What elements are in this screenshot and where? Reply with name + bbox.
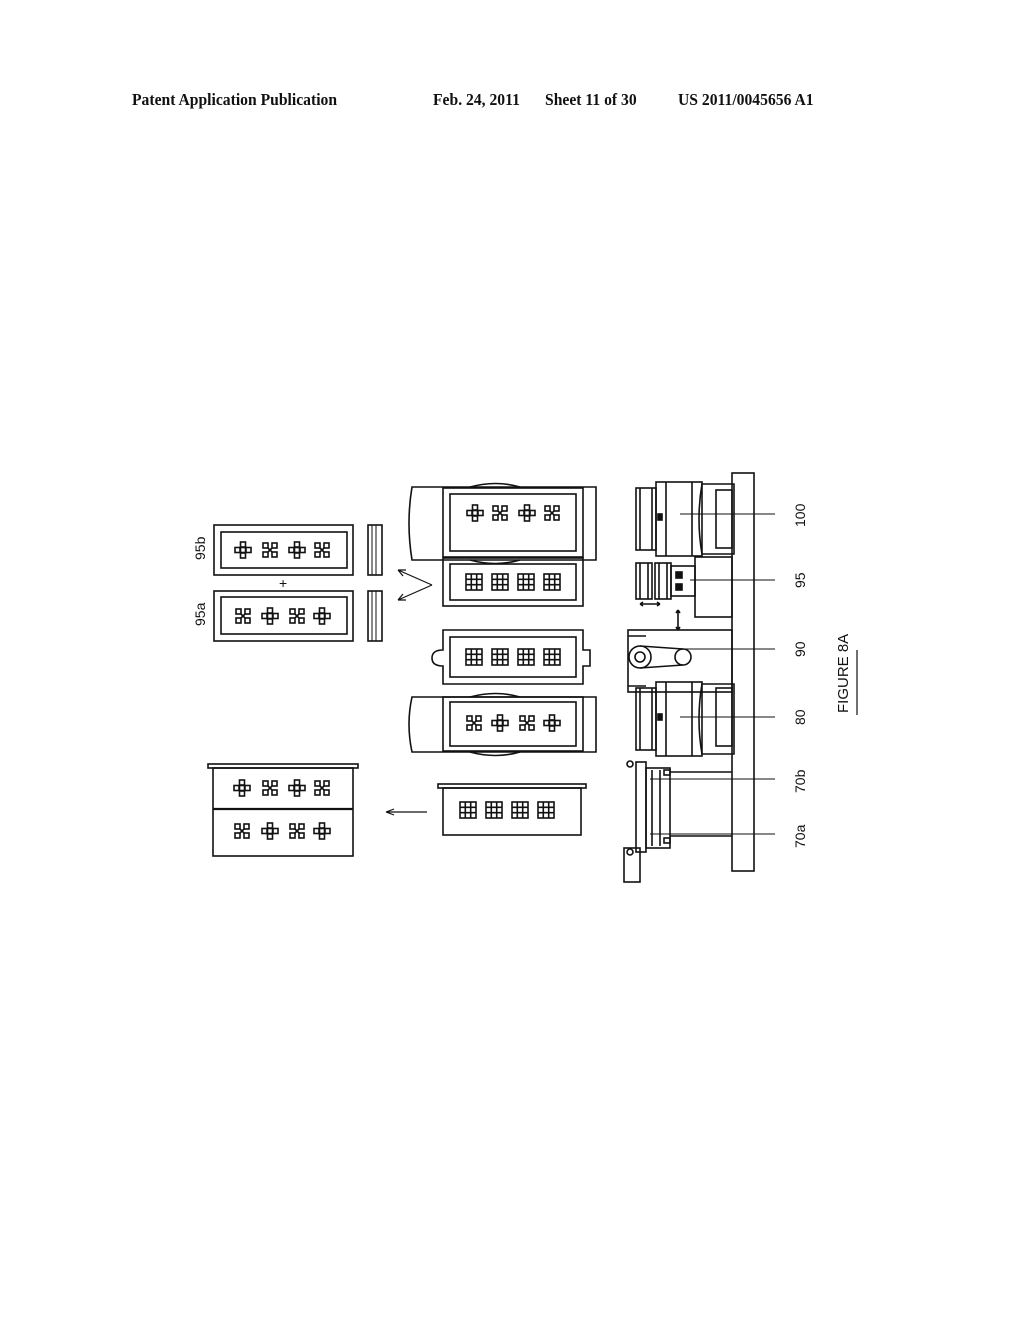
plate-station-100: [408, 482, 597, 565]
base-pad-100: [715, 489, 733, 549]
plate-station-70: [437, 783, 587, 836]
plate-station-90: [431, 629, 591, 685]
mold-plates: [385, 482, 597, 836]
figure-title: FIGURE 8A: [835, 634, 852, 713]
figure-8a-drawing: 100 95 90 80 70b 70a FIGURE 8A 95b 95a +: [192, 472, 858, 883]
station-100: [635, 481, 735, 557]
machine-base: [731, 472, 755, 872]
station-95: [635, 556, 733, 631]
label-100: 100: [792, 503, 808, 527]
split-arrow: [397, 569, 433, 601]
label-95a: 95a: [192, 602, 208, 626]
label-95: 95: [792, 572, 808, 588]
label-70a: 70a: [792, 824, 808, 848]
side-part-95b: [367, 524, 383, 576]
plate-station-80: [408, 692, 597, 757]
assembled-product: [207, 763, 359, 857]
product-parts: [207, 524, 383, 857]
machine-assembly: [623, 472, 775, 883]
side-part-95a: [367, 590, 383, 642]
part-95b: [213, 524, 354, 576]
transfer-arrow: [385, 808, 427, 816]
label-95b: 95b: [192, 536, 208, 560]
plus-sign: +: [279, 575, 287, 591]
label-80: 80: [792, 709, 808, 725]
part-95a: [213, 590, 354, 642]
label-70b: 70b: [792, 769, 808, 793]
station-80: [635, 681, 735, 757]
label-90: 90: [792, 641, 808, 657]
plate-station-95: [442, 557, 584, 607]
